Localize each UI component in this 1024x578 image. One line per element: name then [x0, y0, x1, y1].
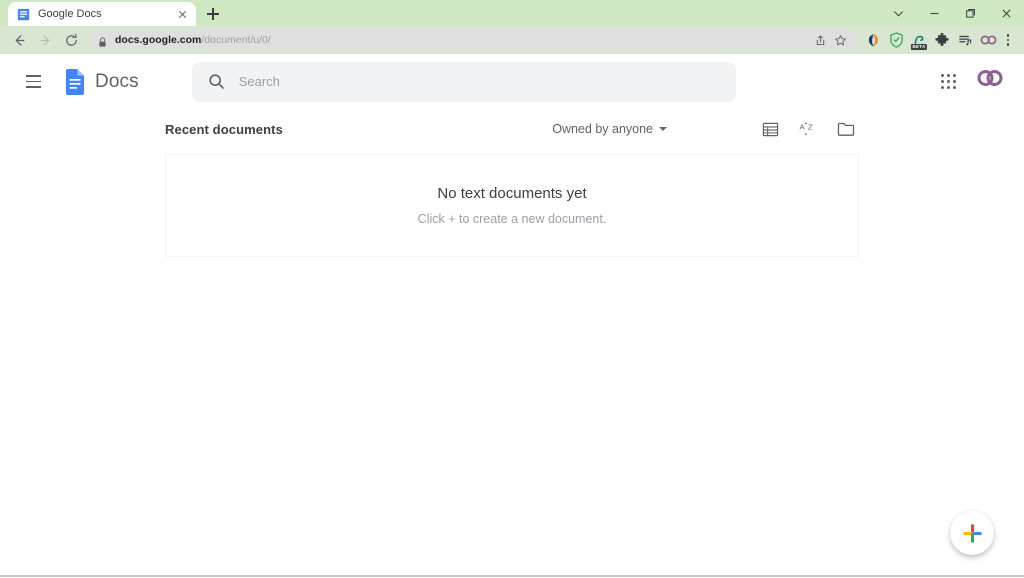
docs-header: Docs	[0, 54, 1024, 109]
bottom-divider	[0, 575, 1024, 577]
browser-toolbar: docs.google.com/document/u/0/ BETA	[0, 26, 1024, 54]
extensions-area: BETA	[863, 30, 998, 50]
header-right-actions	[932, 66, 1010, 98]
url-path: /document/u/0/	[201, 34, 271, 46]
tab-strip: Google Docs	[0, 0, 1024, 26]
extension-playlist-icon[interactable]	[955, 30, 975, 50]
owner-filter-dropdown[interactable]: Owned by anyone	[552, 122, 667, 136]
chrome-menu-button[interactable]	[998, 30, 1018, 50]
docs-wordmark: Docs	[95, 70, 139, 92]
lock-icon[interactable]	[98, 35, 107, 47]
back-button[interactable]	[6, 27, 32, 53]
extension-infinity-icon[interactable]	[978, 30, 998, 50]
search-icon	[208, 73, 225, 90]
svg-text:A: A	[799, 122, 805, 131]
google-docs-favicon	[17, 8, 30, 21]
owner-filter-label: Owned by anyone	[552, 122, 653, 136]
new-document-button[interactable]	[950, 511, 994, 555]
search-input[interactable]	[238, 74, 720, 89]
share-icon[interactable]	[811, 31, 829, 49]
empty-state-title: No text documents yet	[437, 185, 587, 202]
plus-icon	[962, 523, 982, 543]
main-menu-button[interactable]	[16, 65, 50, 99]
chevron-down-icon	[659, 127, 667, 131]
bookmark-star-icon[interactable]	[831, 31, 849, 49]
svg-text:Z: Z	[808, 122, 813, 131]
reload-button[interactable]	[58, 27, 84, 53]
new-tab-button[interactable]	[202, 3, 224, 25]
address-bar[interactable]: docs.google.com/document/u/0/	[90, 30, 857, 50]
extensions-puzzle-icon[interactable]	[932, 30, 952, 50]
tab-title: Google Docs	[38, 8, 102, 20]
sort-az-icon[interactable]: A Z	[795, 116, 821, 142]
docs-home-page: Docs Search Recent documents Owned by an…	[0, 54, 1024, 577]
url-domain: docs.google.com	[115, 34, 202, 46]
maximize-button[interactable]	[952, 0, 988, 26]
view-tool-icons: A Z	[757, 116, 859, 142]
browser-window: Google Docs docs.google.com/document/u/0…	[0, 0, 1024, 578]
list-view-icon[interactable]	[757, 116, 783, 142]
documents-content: Recent documents Owned by anyone A Z No …	[0, 109, 1024, 257]
beta-badge: BETA	[910, 43, 928, 50]
avatar[interactable]	[976, 68, 1004, 96]
close-window-button[interactable]	[988, 0, 1024, 26]
forward-button[interactable]	[32, 27, 58, 53]
empty-state-subtitle: Click + to create a new document.	[417, 212, 607, 226]
tab-google-docs[interactable]: Google Docs	[8, 2, 196, 26]
window-controls	[880, 0, 1024, 26]
url-text: docs.google.com/document/u/0/	[115, 34, 271, 46]
extension-beta-icon[interactable]: BETA	[909, 30, 929, 50]
tab-search-button[interactable]	[880, 0, 916, 26]
folder-picker-icon[interactable]	[833, 116, 859, 142]
empty-state-card: No text documents yet Click + to create …	[165, 154, 859, 257]
search-bar[interactable]	[191, 61, 736, 102]
page-title: Recent documents	[165, 121, 283, 137]
google-docs-logo[interactable]	[64, 68, 86, 96]
minimize-button[interactable]	[916, 0, 952, 26]
extension-shield-icon[interactable]	[886, 30, 906, 50]
documents-toolbar: Recent documents Owned by anyone A Z	[165, 109, 859, 149]
omnibox-actions	[805, 31, 849, 49]
extension-swirl-icon[interactable]	[863, 30, 883, 50]
google-apps-icon[interactable]	[932, 66, 964, 98]
close-icon[interactable]	[175, 7, 190, 22]
